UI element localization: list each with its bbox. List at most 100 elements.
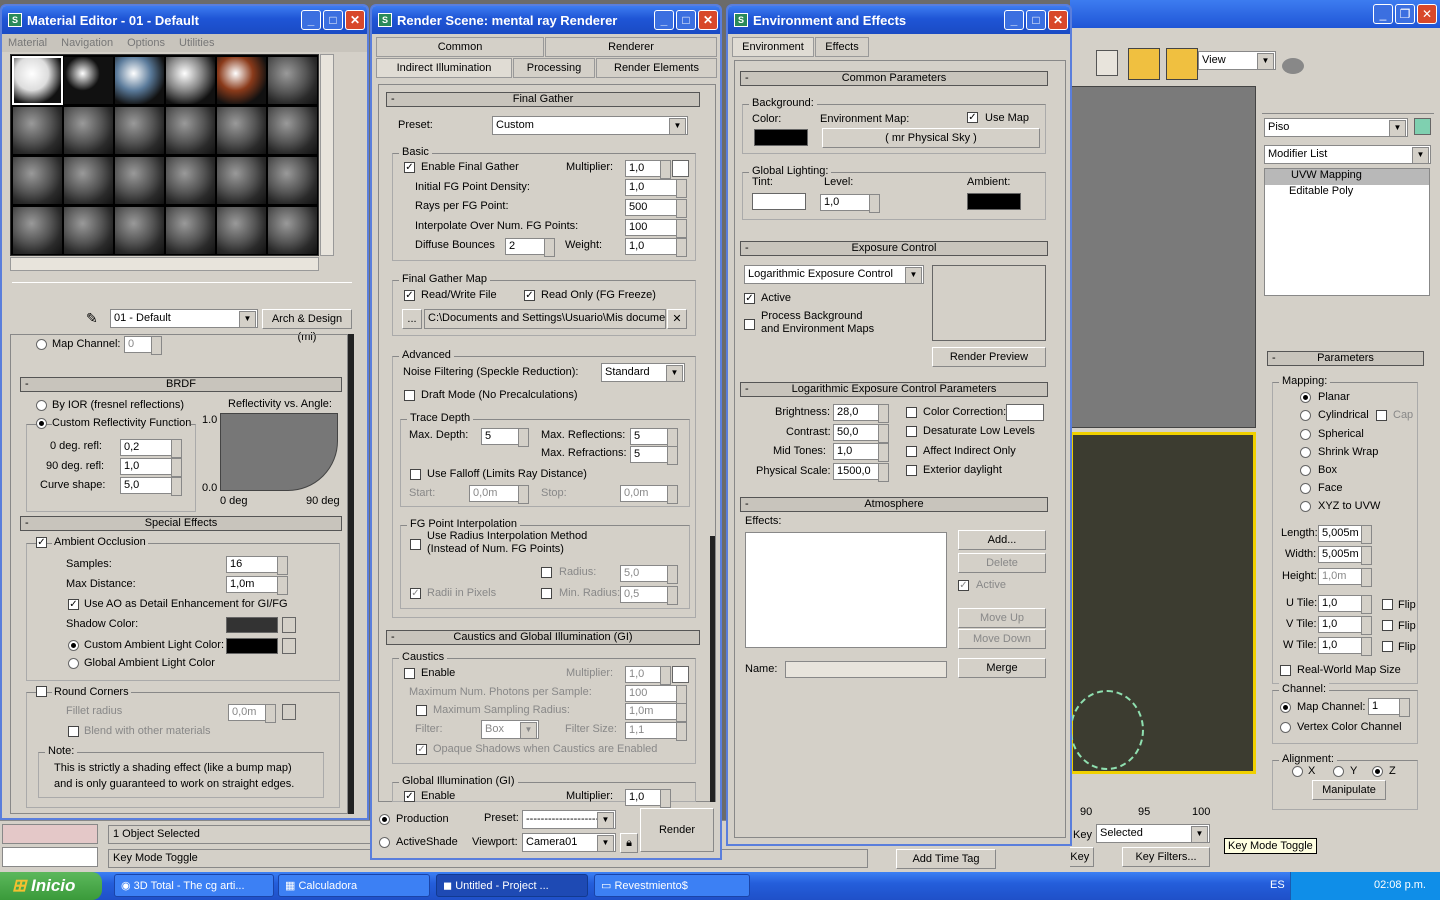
sample-slot[interactable] [12, 156, 63, 205]
rs-scrollbar[interactable] [710, 536, 715, 802]
render-button[interactable]: Render [640, 808, 714, 852]
noise-dropdown[interactable]: Standard [601, 363, 685, 382]
task-item[interactable]: ◉ 3D Total - The cg arti... [114, 874, 274, 897]
sample-slot[interactable] [114, 206, 165, 255]
desat-checkbox[interactable] [906, 426, 917, 437]
length-spinner[interactable]: 5,005m [1318, 525, 1372, 544]
sample-slot[interactable] [165, 56, 216, 105]
manipulate-button[interactable]: Manipulate [1312, 780, 1386, 800]
task-item[interactable]: ▦ Calculadora [278, 874, 430, 897]
samples-spinner[interactable]: 16 [226, 556, 288, 575]
timeline[interactable] [1070, 800, 1256, 820]
teapot-icon[interactable] [1282, 58, 1304, 74]
ao-checkbox[interactable]: ✓ [36, 537, 47, 548]
wtile-spinner[interactable]: 1,0 [1318, 637, 1372, 656]
sample-slot[interactable] [12, 206, 63, 255]
sample-slot[interactable] [12, 106, 63, 155]
env-titlebar[interactable]: S Environment and Effects _ □ ✕ [728, 6, 1070, 34]
start-button[interactable]: ⊞ Inicio [0, 872, 102, 900]
enable-fg-checkbox[interactable]: ✓ [404, 162, 415, 173]
exposure-type-dropdown[interactable]: Logarithmic Exposure Control [744, 265, 924, 284]
maxscript-white[interactable] [2, 847, 98, 867]
colorcorr-swatch[interactable] [1006, 404, 1044, 421]
align-y-radio[interactable] [1333, 766, 1344, 777]
mat-side-tools[interactable] [338, 54, 360, 274]
maxscript-pink[interactable] [2, 824, 98, 844]
start-spinner[interactable]: 0,0m [469, 485, 529, 504]
weight-spinner[interactable]: 1,0 [625, 238, 687, 257]
sample-slot[interactable] [165, 156, 216, 205]
layer-icon[interactable] [1096, 50, 1118, 76]
object-name-field[interactable]: Piso [1264, 118, 1408, 137]
cmd-tabs[interactable] [1262, 88, 1434, 114]
final-gather-header[interactable]: - Final Gather [386, 92, 700, 107]
radio-cylindrical[interactable] [1300, 410, 1311, 421]
custom-amb-swatch[interactable] [226, 638, 278, 654]
bg-color-swatch[interactable] [754, 129, 808, 146]
slot-scrollbar-h[interactable] [10, 257, 319, 271]
sample-slot[interactable] [165, 206, 216, 255]
contrast-spinner[interactable]: 50,0 [833, 424, 889, 443]
log-params-header[interactable]: - Logarithmic Exposure Control Parameters [740, 382, 1048, 397]
caustics-color[interactable] [672, 666, 689, 683]
usemap-checkbox[interactable]: ✓ [967, 112, 978, 123]
round-checkbox[interactable] [36, 686, 47, 697]
interp-spinner[interactable]: 100 [625, 219, 687, 238]
opaque-checkbox[interactable]: ✓ [416, 744, 427, 755]
add-time-tag-button[interactable]: Add Time Tag [896, 849, 996, 869]
playback-controls[interactable] [1218, 826, 1338, 838]
gi-mult-spinner[interactable]: 1,0 [625, 789, 671, 808]
brdf-header[interactable]: - BRDF [20, 377, 342, 392]
mat-toolbar[interactable] [12, 282, 352, 304]
lang-indicator[interactable]: ES [1270, 879, 1285, 891]
material-name-field[interactable]: 01 - Default [110, 309, 258, 328]
lock-button[interactable]: 🔒︎ [620, 833, 638, 853]
use-ao-checkbox[interactable]: ✓ [68, 599, 79, 610]
radio-box[interactable] [1300, 465, 1311, 476]
caustics-mult-spinner[interactable]: 1,0 [625, 666, 671, 685]
bounces-spinner[interactable]: 2 [505, 238, 555, 257]
falloff-checkbox[interactable] [410, 469, 421, 480]
sample-slot[interactable] [216, 56, 267, 105]
fg-mult-color[interactable] [672, 160, 689, 177]
maxphot-spinner[interactable]: 100 [625, 685, 687, 704]
curve-spinner[interactable]: 5,0 [120, 477, 182, 496]
realworld-checkbox[interactable] [1280, 665, 1291, 676]
width-spinner[interactable]: 5,005m [1318, 546, 1372, 565]
menu-navigation[interactable]: Navigation [61, 37, 113, 49]
stack-item-uvw[interactable]: UVW Mapping [1265, 169, 1429, 185]
env-max-button[interactable]: □ [1026, 10, 1046, 30]
radio-face[interactable] [1300, 483, 1311, 494]
clear-path-button[interactable]: ✕ [667, 309, 687, 329]
stack-item-poly[interactable]: Editable Poly [1265, 185, 1429, 201]
map-channel-spinner[interactable]: 1 [1368, 698, 1410, 717]
rw-checkbox[interactable]: ✓ [404, 290, 415, 301]
ambient-swatch[interactable] [967, 193, 1021, 210]
sample-slot[interactable] [114, 56, 165, 105]
uflip-checkbox[interactable] [1382, 599, 1393, 610]
mat-close-button[interactable]: ✕ [345, 10, 365, 30]
vtile-spinner[interactable]: 1,0 [1318, 616, 1372, 635]
menu-options[interactable]: Options [127, 37, 165, 49]
material-type-button[interactable]: Arch & Design (mi) [262, 309, 352, 343]
env-close-button[interactable]: ✕ [1048, 10, 1068, 30]
task-item[interactable]: ◼ Untitled - Project ... [436, 874, 588, 897]
by-ior-radio[interactable] [36, 400, 47, 411]
atmosphere-header[interactable]: - Atmosphere [740, 497, 1048, 512]
filtersize-spinner[interactable]: 1,1 [625, 722, 687, 741]
preset-dropdown[interactable]: Custom [492, 116, 688, 135]
height-spinner[interactable]: 1,0m [1318, 568, 1372, 587]
slot-scrollbar-v[interactable] [320, 54, 334, 256]
sample-slot[interactable] [63, 206, 114, 255]
browse-button[interactable]: ... [402, 309, 422, 329]
fgmap-path[interactable]: C:\Documents and Settings\Usuario\Mis do… [424, 309, 666, 329]
restore-button[interactable]: ❐ [1395, 4, 1415, 24]
radio-xyz[interactable] [1300, 501, 1311, 512]
tab-effects[interactable]: Effects [815, 37, 869, 57]
sample-slot[interactable] [267, 106, 318, 155]
modifier-list-dropdown[interactable]: Modifier List [1264, 145, 1431, 164]
key-filters-button[interactable]: Key Filters... [1122, 847, 1210, 867]
mat-map-channel-spinner[interactable]: 0 [124, 336, 162, 355]
exterior-checkbox[interactable] [906, 465, 917, 476]
radius-checkbox[interactable] [541, 567, 552, 578]
